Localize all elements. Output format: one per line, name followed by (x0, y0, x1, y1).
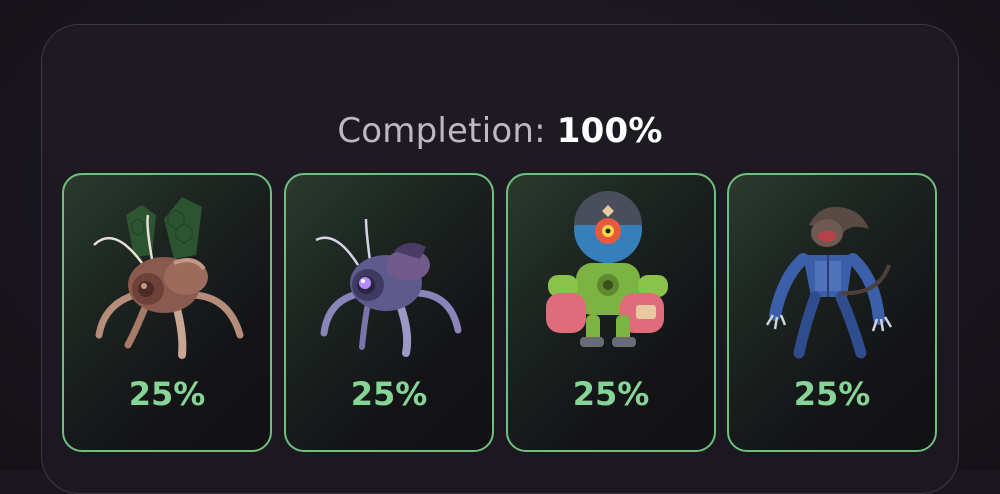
creature-card-2[interactable]: 25% (284, 173, 494, 452)
fishbowl-robot-image (546, 191, 668, 347)
card-percent: 25% (793, 375, 871, 413)
creature-card-1[interactable]: 25% (62, 173, 272, 452)
brown-spider-bug-image (93, 197, 244, 359)
werewolf-cyborg-image (765, 206, 893, 359)
purple-spider-bug-image (315, 218, 462, 357)
card-percent: 25% (128, 375, 206, 413)
completion-heading: Completion: 100% (42, 111, 958, 151)
completion-label: Completion: (337, 111, 546, 151)
card-percent: 25% (572, 375, 650, 413)
creature-card-4[interactable]: 25% (727, 173, 937, 452)
completion-value: 100% (556, 111, 663, 151)
creature-card-3[interactable]: 25% (506, 173, 716, 452)
card-percent: 25% (350, 375, 428, 413)
